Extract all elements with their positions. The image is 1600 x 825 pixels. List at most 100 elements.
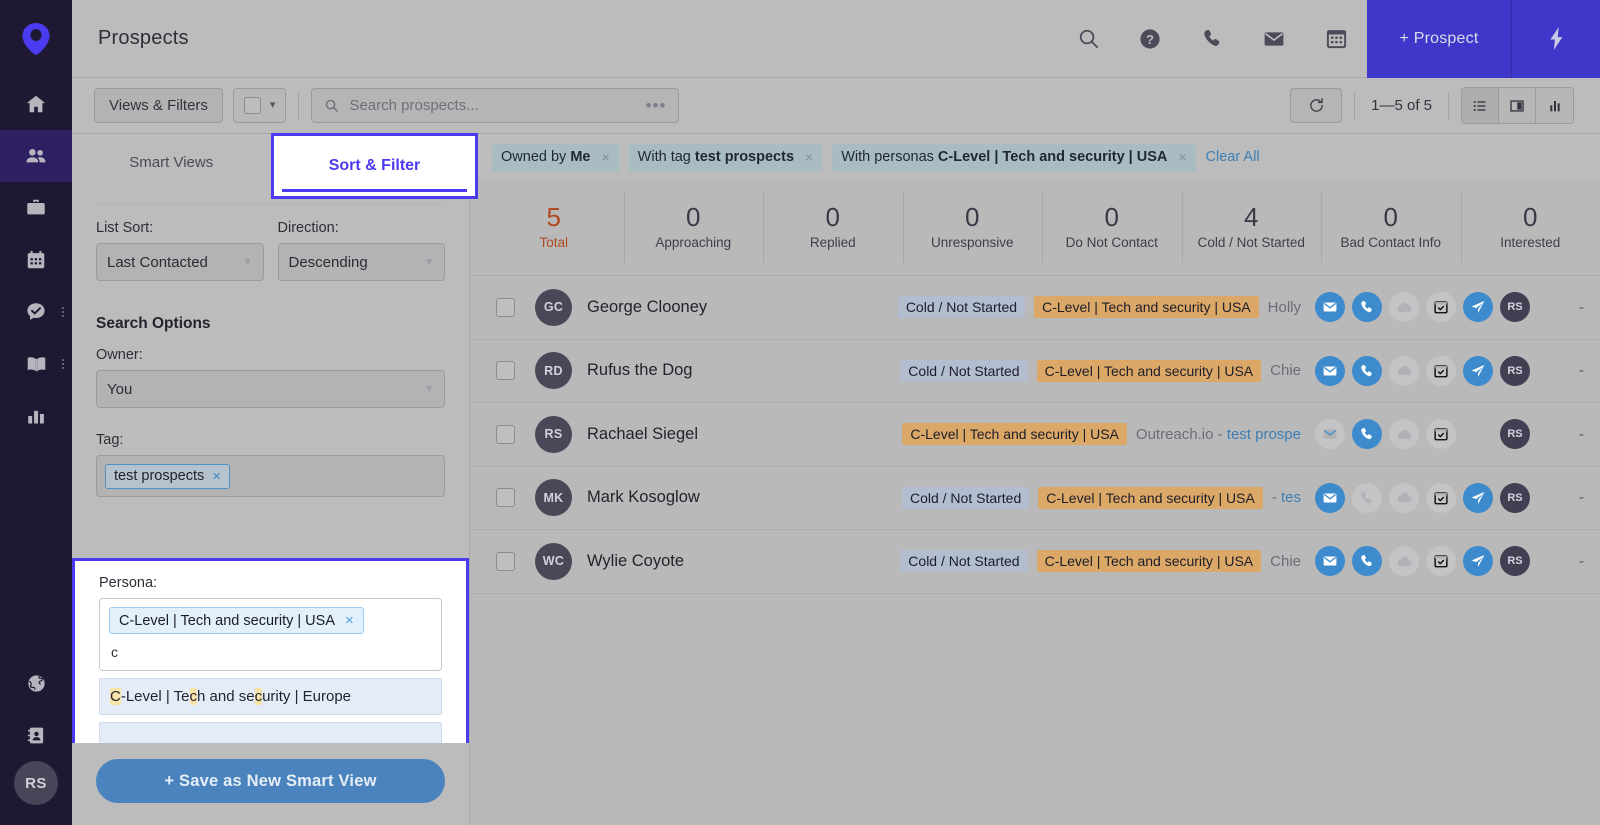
row-checkbox[interactable] <box>496 424 515 444</box>
calendar-button[interactable] <box>1305 0 1367 78</box>
refresh-button[interactable] <box>1290 88 1343 123</box>
tag-chip[interactable]: test prospects × <box>105 463 231 489</box>
close-icon[interactable]: × <box>212 468 221 485</box>
row-checkbox[interactable] <box>496 551 515 571</box>
mail-action-icon[interactable] <box>1315 546 1345 577</box>
persona-badge[interactable]: C-Level | Tech and security | USA <box>902 423 1127 446</box>
list-sort-select[interactable]: Last Contacted ▼ <box>96 243 264 281</box>
tasks-overflow-dots[interactable] <box>62 307 64 317</box>
persona-option-next[interactable] <box>99 722 442 743</box>
persona-chip[interactable]: C-Level | Tech and security | USA × <box>109 607 364 634</box>
quick-actions-button[interactable] <box>1512 0 1600 78</box>
views-filters-button[interactable]: Views & Filters <box>94 88 223 123</box>
direction-select[interactable]: Descending ▼ <box>277 243 445 281</box>
email-button[interactable] <box>1243 0 1305 78</box>
close-icon[interactable]: × <box>805 149 813 165</box>
prospect-name[interactable]: Rufus the Dog <box>587 361 692 380</box>
row-checkbox[interactable] <box>496 361 515 381</box>
filter-chip-persona[interactable]: With personas C-Level | Tech and securit… <box>832 143 1196 171</box>
row-owner-avatar[interactable]: RS <box>1500 355 1530 386</box>
avatar[interactable]: WC <box>535 542 572 580</box>
filter-chip-owner[interactable]: Owned by Me × <box>492 143 619 171</box>
stat-unresponsive[interactable]: 0 Unresponsive <box>902 180 1043 275</box>
global-search-button[interactable] <box>1057 0 1119 78</box>
select-all-dropdown[interactable]: ▾ <box>232 88 287 123</box>
sidebar-item-globe[interactable] <box>0 657 72 709</box>
mail-action-icon[interactable] <box>1315 292 1345 323</box>
row-owner-avatar[interactable]: RS <box>1500 482 1530 513</box>
search-prospects-box[interactable]: Search prospects... ••• <box>311 88 680 123</box>
filter-chip-tag[interactable]: With tag test prospects × <box>628 143 823 171</box>
row-owner-avatar[interactable]: RS <box>1500 546 1530 577</box>
panel-scroll-area[interactable]: List Sort: Last Contacted ▼ Direction: D… <box>72 190 469 743</box>
stat-interested[interactable]: 0 Interested <box>1460 180 1600 275</box>
phone-action-icon[interactable] <box>1352 355 1382 386</box>
sidebar-item-home[interactable] <box>0 78 72 130</box>
persona-badge[interactable]: C-Level | Tech and security | USA <box>1038 486 1263 509</box>
close-icon[interactable]: × <box>601 149 609 165</box>
persona-badge[interactable]: C-Level | Tech and security | USA <box>1036 359 1262 382</box>
stat-cold-not-started[interactable]: 4 Cold / Not Started <box>1181 180 1322 275</box>
avatar[interactable]: MK <box>535 479 572 517</box>
avatar[interactable]: RS <box>535 415 572 453</box>
prospect-name[interactable]: George Clooney <box>587 298 707 317</box>
sidebar-item-contacts[interactable] <box>0 709 72 761</box>
stat-do-not-contact[interactable]: 0 Do Not Contact <box>1042 180 1182 275</box>
send-action-icon[interactable] <box>1463 292 1493 323</box>
stat-total[interactable]: 5 Total <box>484 180 624 275</box>
tag-input[interactable]: test prospects × <box>96 455 445 497</box>
chart-view-button[interactable] <box>1536 88 1573 123</box>
prospect-name[interactable]: Rachael Siegel <box>587 425 698 444</box>
table-row[interactable]: GC George Clooney Cold / Not Started C-Leve… <box>470 276 1600 340</box>
prospect-meta-link[interactable]: test prospe <box>1227 426 1301 443</box>
persona-badge[interactable]: C-Level | Tech and security | USA <box>1036 550 1262 573</box>
prospect-name[interactable]: Mark Kosoglow <box>587 488 700 507</box>
persona-badge[interactable]: C-Level | Tech and security | USA <box>1034 296 1259 319</box>
avatar[interactable]: GC <box>535 288 572 326</box>
phone-action-icon[interactable] <box>1352 292 1382 323</box>
tab-sort-filter[interactable]: Sort & Filter <box>271 133 478 199</box>
select-all-checkbox[interactable] <box>243 97 261 114</box>
row-owner-avatar[interactable]: RS <box>1500 292 1530 323</box>
status-badge[interactable]: Cold / Not Started <box>901 486 1030 509</box>
persona-input[interactable]: C-Level | Tech and security | USA × c <box>99 598 442 671</box>
close-icon[interactable]: × <box>345 612 354 629</box>
clear-all-filters[interactable]: Clear All <box>1206 149 1260 165</box>
persona-option-europe[interactable]: C-Level | Tech and security | Europe <box>99 678 442 715</box>
avatar[interactable]: RD <box>535 352 572 390</box>
row-checkbox[interactable] <box>496 297 515 317</box>
status-badge[interactable]: Cold / Not Started <box>897 296 1026 319</box>
stat-approaching[interactable]: 0 Approaching <box>623 180 764 275</box>
phone-action-icon[interactable] <box>1352 546 1382 577</box>
status-badge[interactable]: Cold / Not Started <box>900 550 1028 573</box>
sidebar-item-sequences[interactable] <box>0 338 72 390</box>
table-row[interactable]: RD Rufus the Dog Cold / Not Started C-Level… <box>470 340 1600 403</box>
row-owner-avatar[interactable]: RS <box>1500 419 1530 450</box>
table-row[interactable]: WC Wylie Coyote Cold / Not Started C-Level … <box>470 530 1600 594</box>
prospect-meta-link[interactable]: tes <box>1281 489 1301 506</box>
close-icon[interactable]: × <box>1178 149 1186 165</box>
send-action-icon[interactable] <box>1463 355 1493 386</box>
phone-action-icon[interactable] <box>1352 419 1382 450</box>
outreach-logo[interactable] <box>0 0 72 78</box>
status-badge[interactable]: Cold / Not Started <box>900 359 1028 382</box>
sidebar-item-prospects[interactable] <box>0 130 72 182</box>
stat-bad-contact-info[interactable]: 0 Bad Contact Info <box>1321 180 1461 275</box>
sidebar-item-calendar[interactable] <box>0 234 72 286</box>
mail-action-icon[interactable] <box>1315 355 1345 386</box>
search-input[interactable]: Search prospects... <box>349 97 635 114</box>
help-button[interactable]: ? <box>1119 0 1181 78</box>
user-avatar[interactable]: RS <box>14 761 58 805</box>
row-checkbox[interactable] <box>496 488 515 508</box>
table-row[interactable]: MK Mark Kosoglow Cold / Not Started C-Level… <box>470 467 1600 530</box>
call-button[interactable] <box>1181 0 1243 78</box>
persona-typed-text[interactable]: c <box>109 634 432 664</box>
tab-smart-views[interactable]: Smart Views <box>72 134 271 190</box>
table-row[interactable]: RS Rachael Siegel C-Level | Tech and secur… <box>470 403 1600 467</box>
owner-select[interactable]: You ▼ <box>96 370 445 408</box>
save-as-smart-view-button[interactable]: + Save as New Smart View <box>96 759 445 803</box>
sequences-overflow-dots[interactable] <box>62 359 64 369</box>
mail-action-icon[interactable] <box>1315 482 1345 513</box>
stat-replied[interactable]: 0 Replied <box>763 180 903 275</box>
prospect-name[interactable]: Wylie Coyote <box>587 552 684 571</box>
